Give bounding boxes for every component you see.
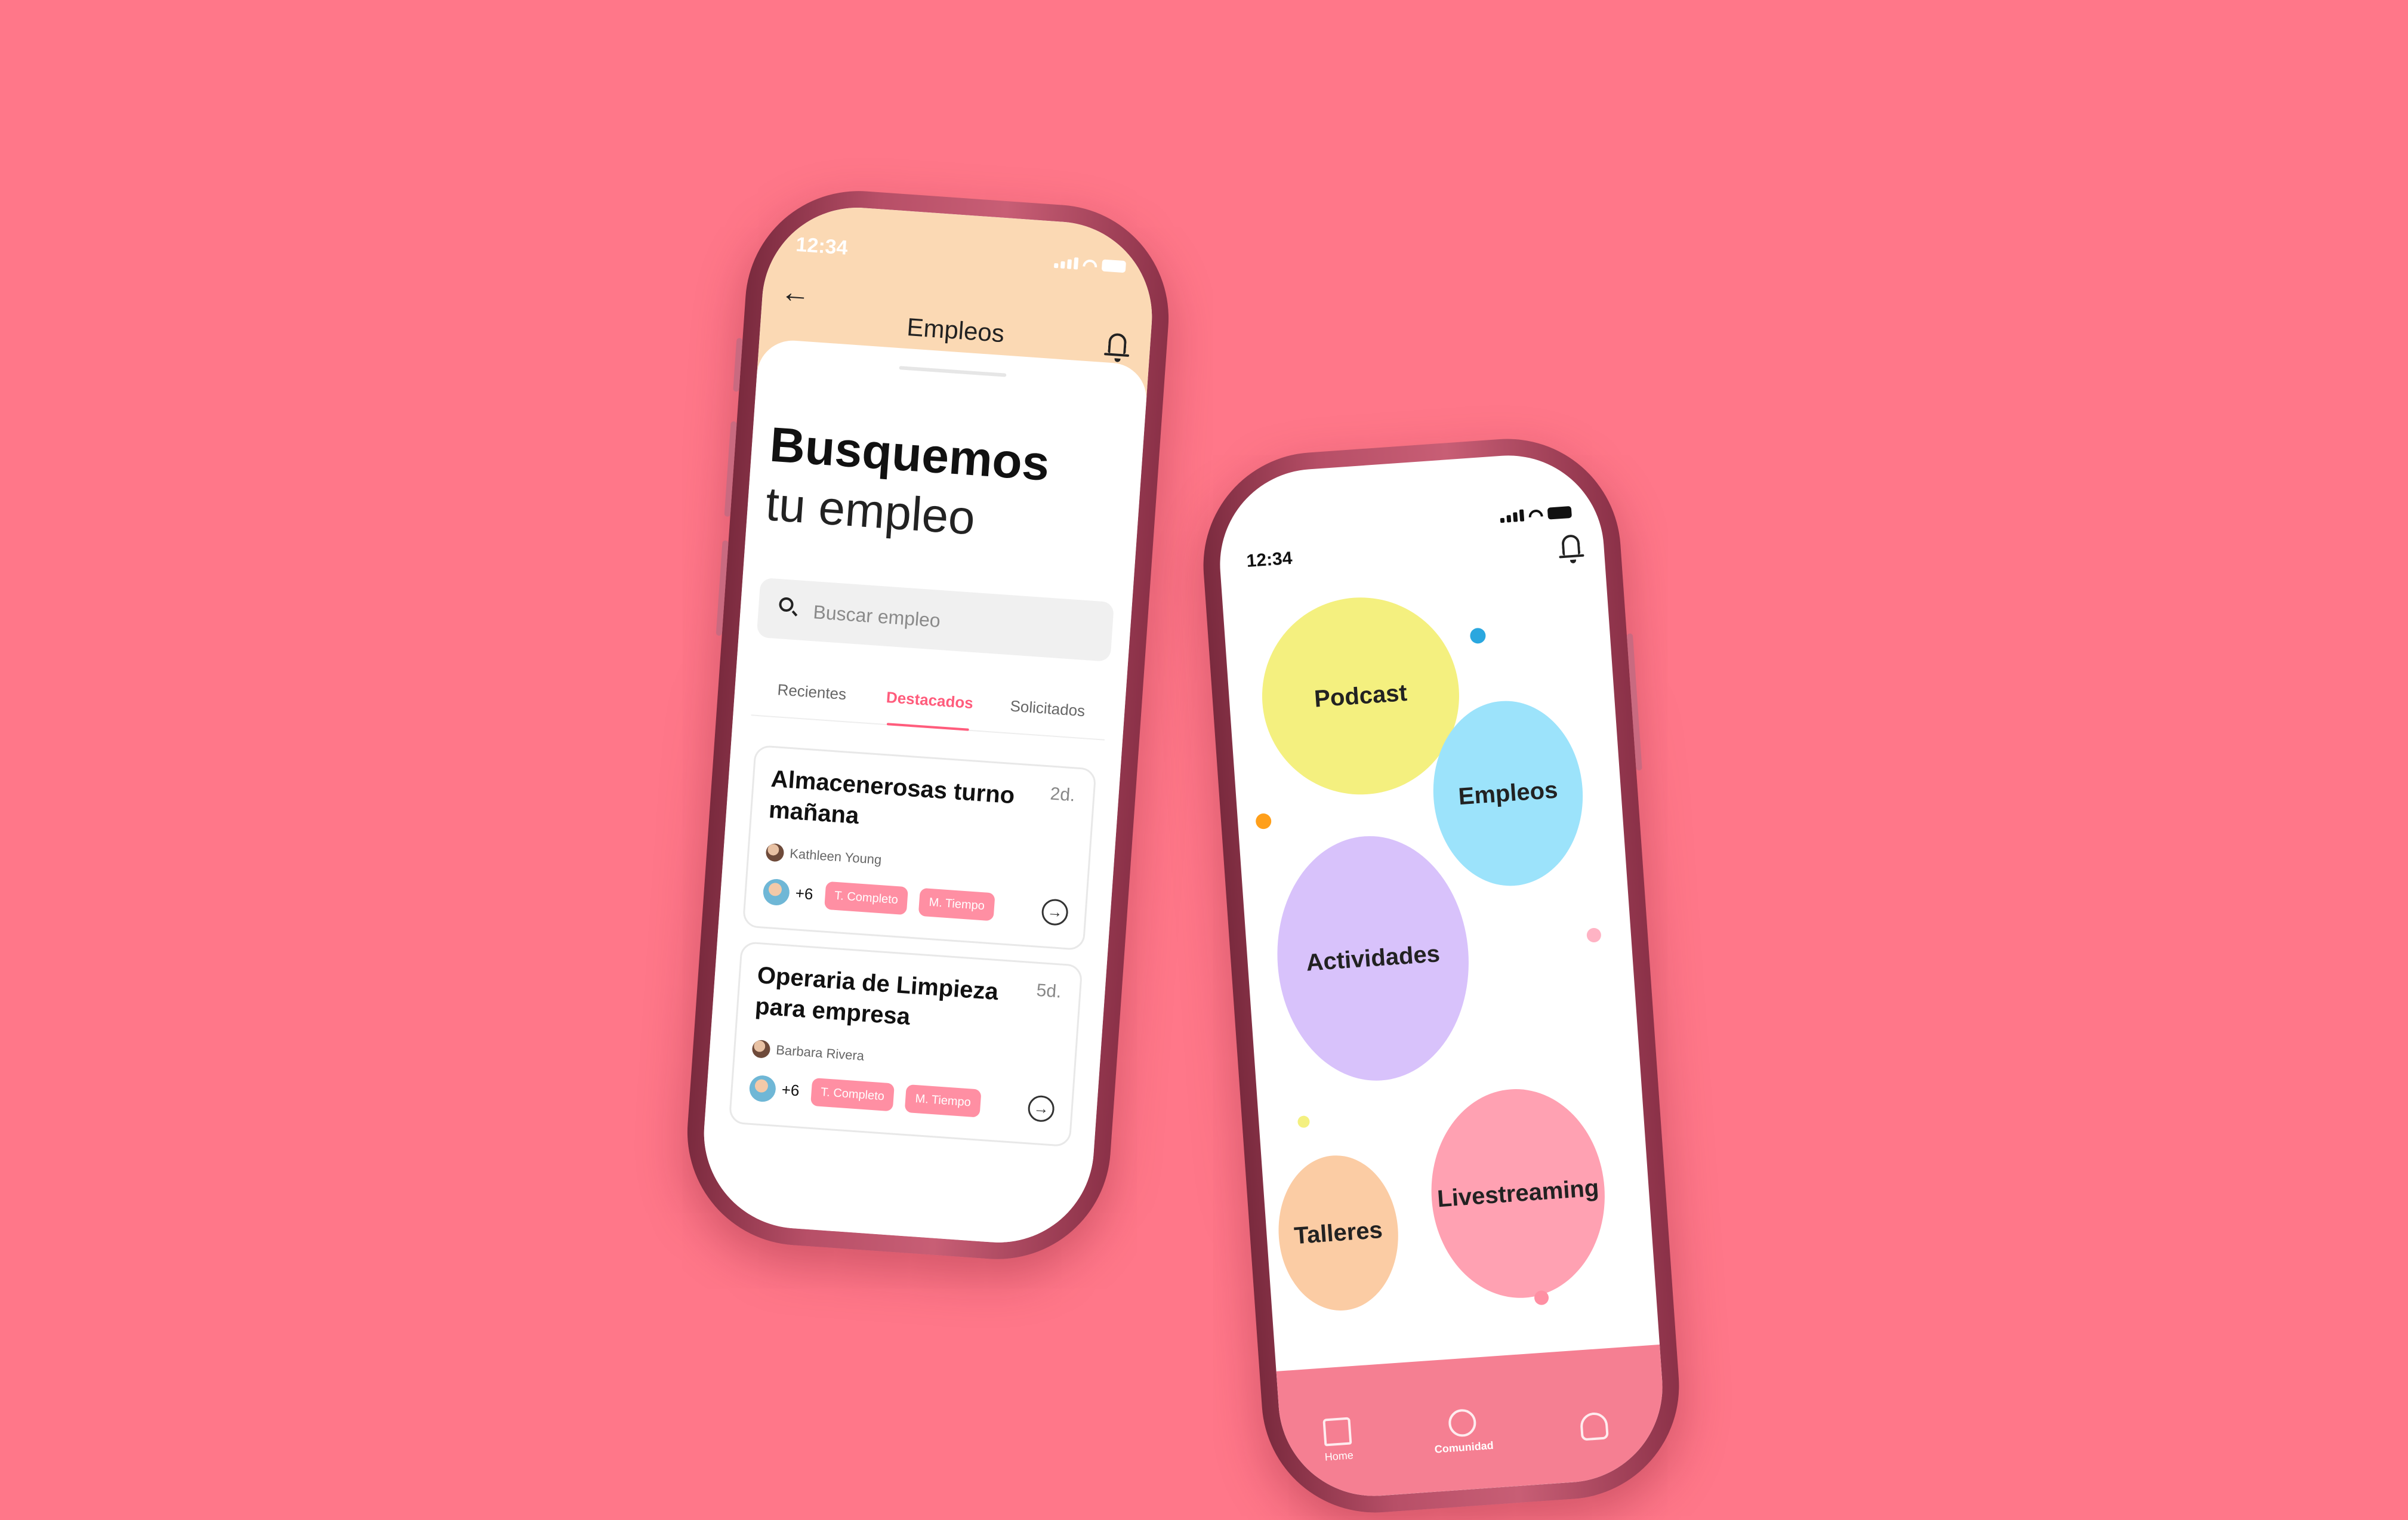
- applicants-count: +6: [794, 884, 814, 904]
- job-age: 2d.: [1049, 784, 1076, 806]
- community-icon: [1447, 1408, 1477, 1438]
- decorative-dot: [1297, 1115, 1311, 1129]
- job-type-badge: M. Tiempo: [918, 887, 995, 921]
- wifi-icon: [1528, 509, 1543, 521]
- avatar: [765, 843, 785, 862]
- decorative-dot: [1469, 627, 1487, 645]
- decorative-dot: [1255, 813, 1272, 830]
- bell-icon[interactable]: [1108, 332, 1127, 354]
- bubble-livestreaming[interactable]: Livestreaming: [1424, 1083, 1612, 1304]
- phone-jobs: 12:34 ← Empleos Busquemos tu empleo Reci…: [680, 183, 1176, 1267]
- nav-label: [1551, 1442, 1641, 1448]
- applicants-row: +6 T. Completo M. Tiempo: [762, 877, 995, 921]
- bubble-talleres[interactable]: Talleres: [1273, 1151, 1404, 1315]
- phone-side-button: [716, 540, 729, 636]
- status-time: 12:34: [795, 233, 849, 260]
- phone-side-button: [1626, 633, 1642, 771]
- status-icons: [1053, 256, 1127, 273]
- search-icon: [778, 597, 794, 612]
- jobs-screen: 12:34 ← Empleos Busquemos tu empleo Reci…: [698, 201, 1158, 1249]
- job-type-badge: T. Completo: [824, 881, 909, 915]
- bubble-podcast[interactable]: Podcast: [1255, 591, 1466, 801]
- job-author: Barbara Rivera: [751, 1039, 865, 1065]
- home-icon: [1322, 1417, 1352, 1447]
- bell-icon[interactable]: [1561, 534, 1581, 556]
- decorative-dot: [1534, 1290, 1549, 1306]
- phone-side-button: [724, 421, 737, 517]
- job-author: Kathleen Young: [765, 843, 882, 869]
- job-title: Almacenerosas turno mañana: [767, 765, 1016, 830]
- arrow-right-icon[interactable]: →: [1041, 898, 1069, 927]
- job-card[interactable]: Operaria de Limpieza para empresa 5d. Ba…: [728, 941, 1083, 1148]
- job-card[interactable]: Almacenerosas turno mañana 2d. Kathleen …: [742, 744, 1097, 951]
- status-time: 12:34: [1245, 548, 1293, 572]
- tab-solicitados[interactable]: Solicitados: [987, 689, 1108, 739]
- drag-handle[interactable]: [899, 366, 1007, 377]
- hero-subtitle: tu empleo: [764, 477, 977, 545]
- decorative-dot: [1586, 927, 1602, 943]
- arrow-right-icon[interactable]: →: [1027, 1094, 1056, 1123]
- job-type-badge: M. Tiempo: [905, 1084, 982, 1118]
- applicants-count: +6: [781, 1080, 800, 1100]
- jobs-sheet: Busquemos tu empleo Recientes Destacados…: [698, 338, 1149, 1249]
- nav-comunidad[interactable]: Comunidad: [1417, 1406, 1509, 1457]
- battery-icon: [1547, 505, 1573, 520]
- avatar: [762, 877, 791, 906]
- job-title: Operaria de Limpieza para empresa: [754, 962, 1000, 1031]
- search-input[interactable]: [811, 597, 1066, 645]
- community-screen: 12:34 Podcast Empleos Actividades Livest…: [1213, 449, 1669, 1503]
- profile-icon: [1579, 1411, 1609, 1441]
- phone-side-button: [733, 338, 743, 392]
- nav-label: Home: [1324, 1449, 1354, 1463]
- job-age: 5d.: [1035, 980, 1062, 1002]
- job-tabs: Recientes Destacados Solicitados: [751, 673, 1108, 741]
- bubble-actividades[interactable]: Actividades: [1269, 830, 1477, 1087]
- tab-destacados[interactable]: Destacados: [869, 681, 989, 731]
- search-bar[interactable]: [756, 577, 1115, 662]
- phone-community: 12:34 Podcast Empleos Actividades Livest…: [1195, 431, 1687, 1520]
- nav-profile[interactable]: [1549, 1410, 1640, 1448]
- signal-icon: [1053, 256, 1079, 270]
- status-icons: [1500, 505, 1573, 523]
- author-name: Barbara Rivera: [775, 1042, 865, 1063]
- applicants-row: +6 T. Completo M. Tiempo: [748, 1074, 982, 1118]
- avatar: [748, 1074, 777, 1103]
- author-name: Kathleen Young: [789, 846, 883, 868]
- tab-recientes[interactable]: Recientes: [751, 673, 872, 723]
- signal-icon: [1500, 509, 1525, 523]
- avatar: [751, 1039, 771, 1059]
- battery-icon: [1101, 259, 1127, 273]
- wifi-icon: [1083, 259, 1097, 271]
- nav-home[interactable]: Home: [1291, 1415, 1384, 1466]
- nav-label: Comunidad: [1434, 1439, 1494, 1456]
- job-type-badge: T. Completo: [810, 1077, 895, 1112]
- bottom-nav: Home Comunidad: [1276, 1344, 1669, 1503]
